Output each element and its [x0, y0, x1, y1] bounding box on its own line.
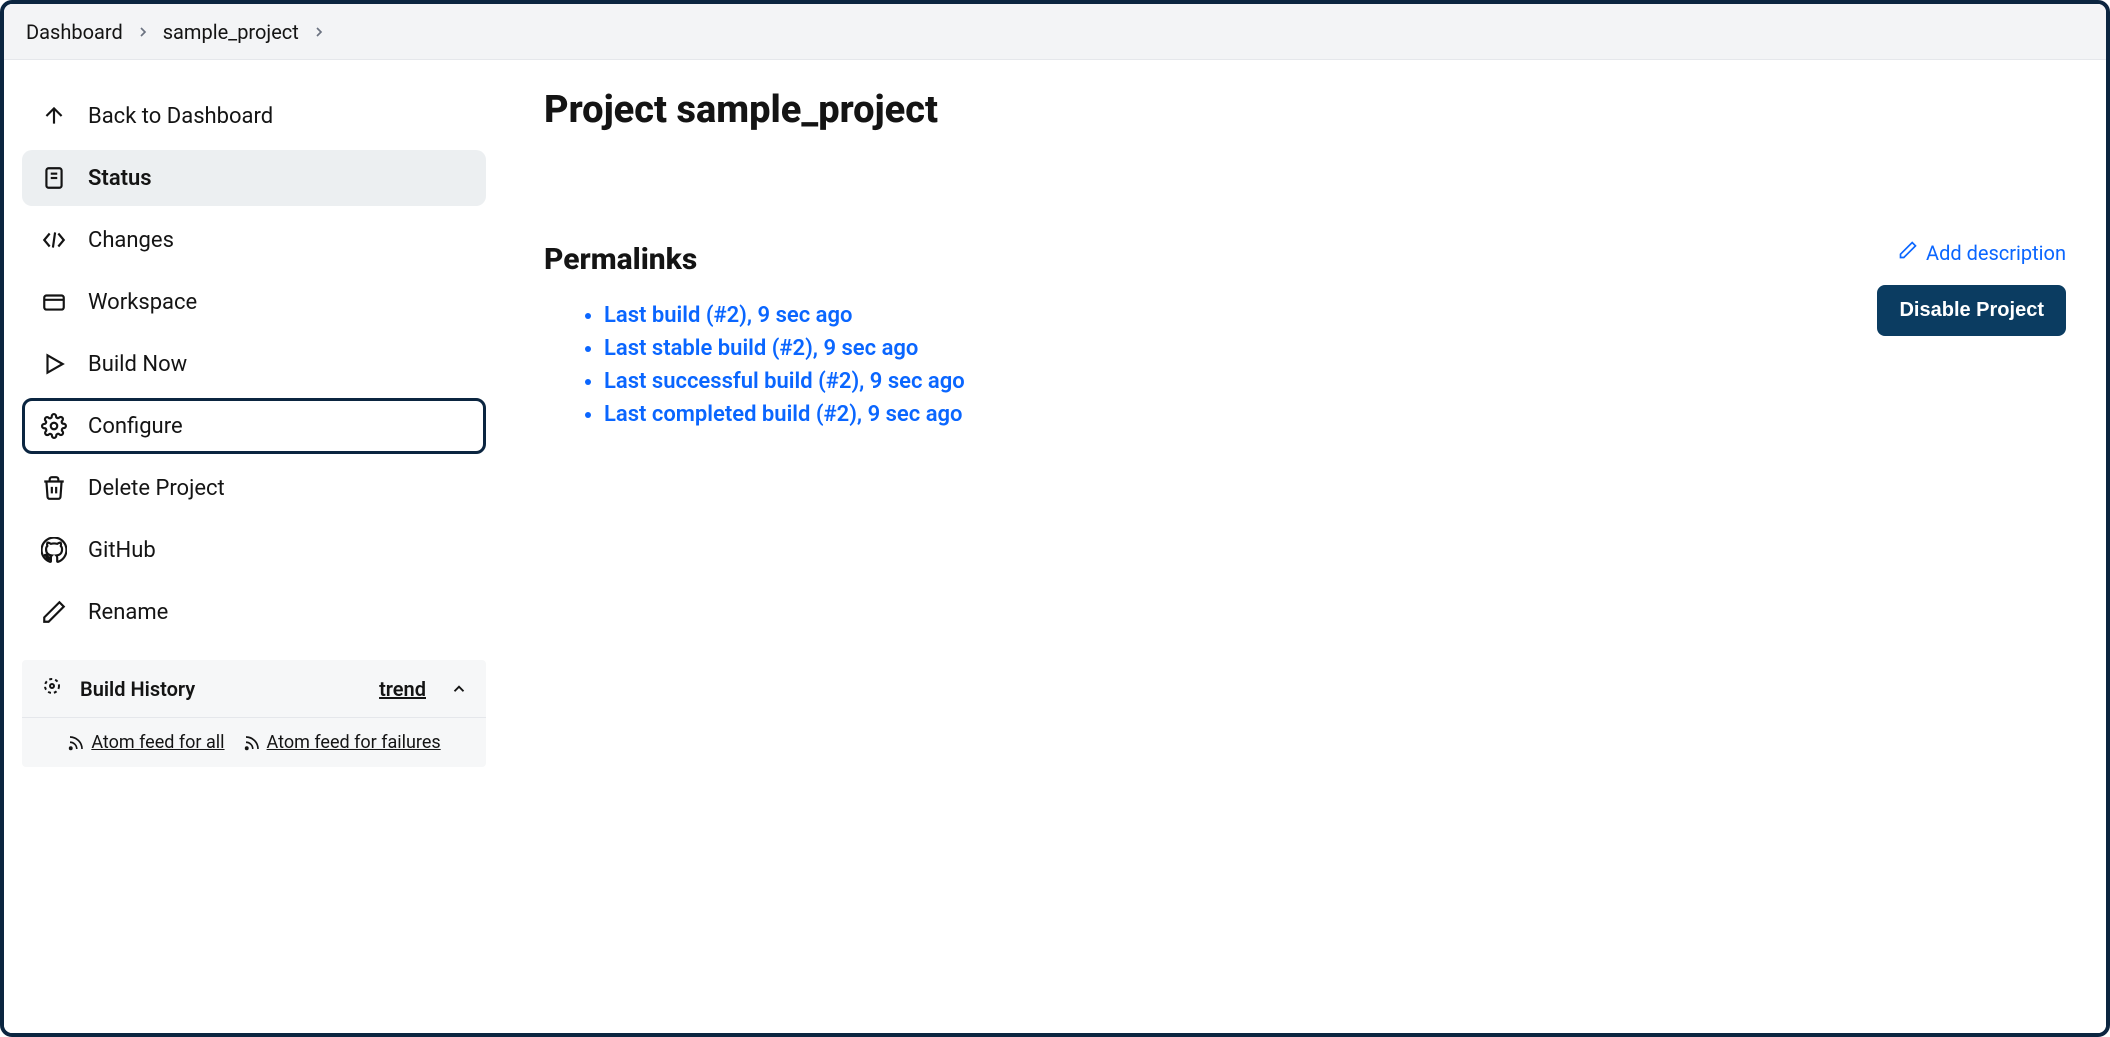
permalink-last-stable[interactable]: Last stable build (#2), 9 sec ago: [604, 336, 918, 361]
atom-feed-failures[interactable]: Atom feed for failures: [243, 732, 441, 753]
code-icon: [40, 226, 68, 254]
permalink-last-completed[interactable]: Last completed build (#2), 9 sec ago: [604, 402, 962, 427]
sidebar-item-label: Configure: [88, 414, 183, 439]
sidebar-item-rename[interactable]: Rename: [22, 584, 486, 640]
pencil-icon: [1898, 240, 1918, 265]
permalink-item: Last successful build (#2), 9 sec ago: [604, 365, 2066, 398]
play-icon: [40, 350, 68, 378]
sidebar-item-label: Build Now: [88, 352, 187, 377]
permalinks-heading: Permalinks: [544, 242, 2066, 277]
sidebar-item-delete[interactable]: Delete Project: [22, 460, 486, 516]
github-icon: [40, 536, 68, 564]
pencil-icon: [40, 598, 68, 626]
sidebar-item-workspace[interactable]: Workspace: [22, 274, 486, 330]
arrow-up-icon: [40, 102, 68, 130]
page-title: Project sample_project: [544, 88, 2066, 132]
document-icon: [40, 164, 68, 192]
trash-icon: [40, 474, 68, 502]
main-content: Project sample_project Add description D…: [504, 60, 2106, 1033]
build-history-header[interactable]: Build History trend: [22, 660, 486, 717]
atom-feed-all[interactable]: Atom feed for all: [67, 732, 224, 753]
sidebar-item-configure[interactable]: Configure: [22, 398, 486, 454]
sidebar-item-label: Delete Project: [88, 476, 225, 501]
sidebar-item-label: GitHub: [88, 538, 156, 563]
permalink-last-successful[interactable]: Last successful build (#2), 9 sec ago: [604, 369, 965, 394]
sidebar-item-github[interactable]: GitHub: [22, 522, 486, 578]
sidebar-item-label: Workspace: [88, 290, 197, 315]
disable-project-button[interactable]: Disable Project: [1877, 285, 2066, 336]
sidebar-item-status[interactable]: Status: [22, 150, 486, 206]
permalinks-list: Last build (#2), 9 sec ago Last stable b…: [544, 299, 2066, 431]
sidebar-item-back[interactable]: Back to Dashboard: [22, 88, 486, 144]
build-history-panel: Build History trend Atom feed for all At…: [22, 660, 486, 767]
folder-icon: [40, 288, 68, 316]
trend-link[interactable]: trend: [379, 677, 426, 701]
permalink-item: Last build (#2), 9 sec ago: [604, 299, 2066, 332]
sidebar-item-label: Rename: [88, 600, 168, 625]
build-history-feeds: Atom feed for all Atom feed for failures: [22, 717, 486, 767]
permalink-item: Last completed build (#2), 9 sec ago: [604, 398, 2066, 431]
chevron-right-icon: [311, 24, 327, 40]
sidebar-item-label: Back to Dashboard: [88, 104, 273, 129]
chevron-up-icon[interactable]: [450, 680, 468, 698]
permalink-item: Last stable build (#2), 9 sec ago: [604, 332, 2066, 365]
breadcrumb-project[interactable]: sample_project: [163, 20, 299, 44]
sidebar: Back to Dashboard Status Changes Workspa…: [4, 60, 504, 1033]
target-icon: [40, 674, 64, 703]
gear-icon: [40, 412, 68, 440]
permalink-last-build[interactable]: Last build (#2), 9 sec ago: [604, 303, 852, 328]
breadcrumb-dashboard[interactable]: Dashboard: [26, 20, 123, 44]
sidebar-item-label: Status: [88, 166, 152, 191]
sidebar-item-build-now[interactable]: Build Now: [22, 336, 486, 392]
chevron-right-icon: [135, 24, 151, 40]
sidebar-item-changes[interactable]: Changes: [22, 212, 486, 268]
breadcrumb: Dashboard sample_project: [4, 4, 2106, 60]
add-description-link[interactable]: Add description: [1898, 240, 2066, 265]
build-history-title: Build History: [80, 677, 363, 701]
sidebar-item-label: Changes: [88, 228, 174, 253]
